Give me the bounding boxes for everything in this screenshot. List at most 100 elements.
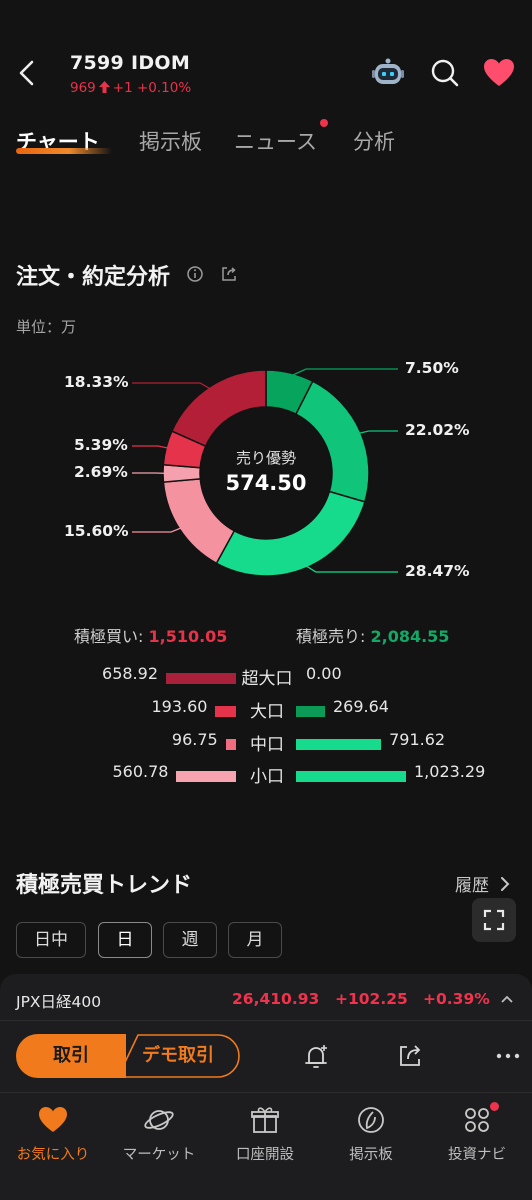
section-title: 注文・約定分析 [16,259,238,291]
fullscreen-button[interactable] [472,898,516,942]
share-icon[interactable] [394,1040,426,1072]
price-alert-bell-icon[interactable] [300,1040,332,1072]
buy-total-value: 1,510.05 [148,627,228,646]
sell-bar [296,739,382,750]
nav-market[interactable]: マーケット [106,1104,212,1174]
gift-icon [251,1107,279,1133]
trend-title: 積極売買トレンド [16,873,193,898]
robot-assistant-icon[interactable] [371,56,405,90]
buy-bar [166,673,236,684]
navi-badge-dot [490,1102,499,1111]
breakdown-row: 96.75 中口 791.62 [0,730,532,758]
nav-label: お気に入り [16,1147,90,1163]
sell-value: 269.64 [332,697,389,716]
fullscreen-icon [483,909,505,931]
tab-analysis[interactable]: 分析 [353,126,395,156]
breakdown-row: 560.78 小口 1,023.29 [0,762,532,790]
slice-leader-line [132,382,213,391]
buy-value: 560.78 [112,762,169,781]
buy-bar [225,739,236,750]
info-icon[interactable] [186,265,204,283]
buy-value: 193.60 [151,697,208,716]
buy-bar [176,771,236,782]
donut-slice [215,490,366,577]
slice-label: 5.39% [74,436,128,454]
slice-label: 28.47% [405,562,470,580]
unit-label: 単位：万 [16,318,77,336]
period-day[interactable]: 日 [98,922,152,958]
tab-active-indicator [16,148,112,154]
favorite-heart-icon[interactable] [482,56,516,90]
history-link[interactable]: 履歴 [455,871,511,896]
index-change-pct: +0.39% [423,990,490,1008]
slice-label: 7.50% [405,359,459,377]
sell-total-label: 積極売り: [296,627,371,646]
stock-change: +1 +0.10% [112,80,192,96]
order-analysis-title: 注文・約定分析 [16,265,171,290]
donut-center-value: 574.50 [225,471,307,495]
buy-value: 96.75 [171,730,218,749]
sell-value: 1,023.29 [414,762,486,781]
sell-bar [296,771,406,782]
slice-leader-line [288,368,398,378]
trade-button[interactable]: 取引 [16,1034,126,1078]
slice-label: 22.02% [405,421,470,439]
slice-label: 2.69% [74,463,128,481]
buy-value: 658.92 [102,664,158,683]
sell-bar [296,706,325,717]
sell-total-value: 2,084.55 [370,627,450,646]
nav-favorites[interactable]: お気に入り [0,1104,106,1174]
sell-total: 積極売り: 2,084.55 [296,623,449,647]
share-icon[interactable] [220,265,238,283]
stock-ticker: 7599 IDOM [70,52,191,74]
sell-value: 0.00 [306,664,342,683]
demo-trade-button[interactable]: デモ取引 [118,1034,238,1078]
board-icon [358,1107,384,1133]
slice-leader-line [132,445,171,450]
period-month[interactable]: 月 [228,922,282,958]
size-label: 大口 [250,702,284,722]
nav-label: 投資ナビ [448,1147,506,1163]
heart-icon [39,1107,67,1132]
chevron-right-icon [501,877,510,891]
back-arrow-icon[interactable] [14,56,38,90]
size-label: 小口 [250,767,284,787]
nav-account-opening[interactable]: 口座開設 [212,1104,318,1174]
buy-total: 積極買い: 1,510.05 [74,623,227,647]
search-icon[interactable] [428,56,462,90]
stock-quote: 969 +1 +0.10% [70,80,191,96]
more-options-icon[interactable] [492,1040,524,1072]
donut-slice [170,369,267,448]
planet-icon [144,1110,174,1130]
slice-leader-line [132,526,184,533]
navi-icon [465,1108,489,1132]
nav-board[interactable]: 掲示板 [318,1104,424,1174]
slice-label: 15.60% [64,522,129,540]
period-intraday[interactable]: 日中 [16,922,86,958]
breakdown-row: 193.60 大口 269.64 [0,697,532,725]
slice-label: 18.33% [64,373,129,391]
period-week[interactable]: 週 [163,922,217,958]
index-change: +102.25 [335,990,408,1008]
buy-total-label: 積極買い: [74,627,149,646]
nav-label: マーケット [122,1147,196,1163]
divider [0,1092,532,1093]
donut-center-label: 売り優勢 [235,449,296,467]
breakdown-row: 658.92 超大口 0.00 [0,664,532,692]
news-badge-dot [320,119,328,127]
tab-board[interactable]: 掲示板 [139,126,202,156]
up-arrow-icon [98,81,110,93]
buy-bar [215,706,236,717]
tab-news[interactable]: ニュース [234,126,317,156]
stock-price: 969 [70,80,96,96]
divider [0,1020,532,1021]
nav-invest-navi[interactable]: 投資ナビ [424,1104,530,1174]
size-label: 超大口 [241,669,293,689]
index-name: JPX日経400 [16,993,102,1011]
nav-label: 口座開設 [236,1147,294,1163]
history-label: 履歴 [455,876,489,896]
nav-label: 掲示板 [349,1147,393,1163]
sell-value: 791.62 [389,730,446,749]
slice-leader-line [356,430,398,435]
chevron-up-icon[interactable] [499,992,515,1006]
